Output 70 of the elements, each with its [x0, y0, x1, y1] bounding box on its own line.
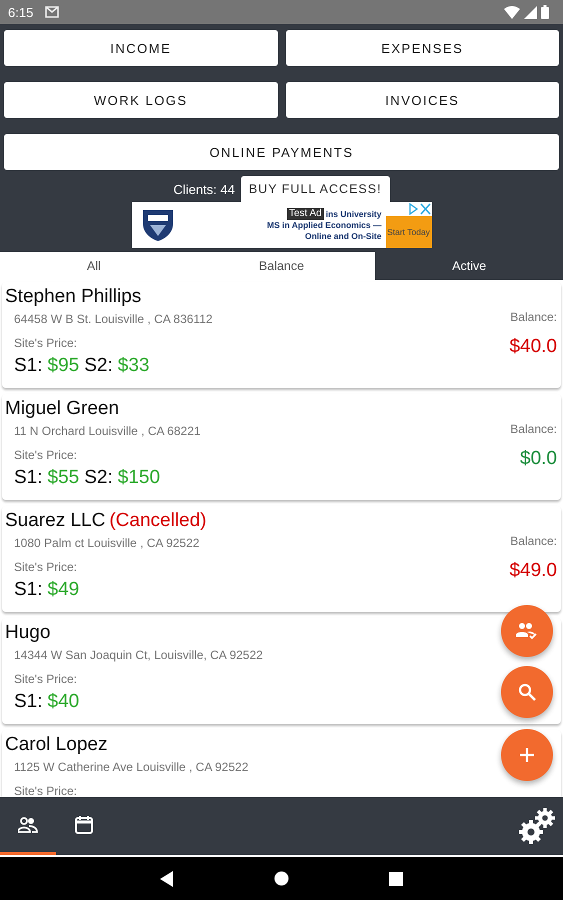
client-card[interactable]: Suarez LLC (Cancelled) 1080 Palm ct Louisville , CA 92522 Site's Price: S1: $49 Balance: $49.0 — [2, 506, 561, 612]
price-label: Site's Price: — [14, 448, 78, 462]
price-value: $95 — [48, 355, 80, 377]
client-name: Hugo — [5, 622, 50, 644]
signal-icon — [524, 6, 537, 18]
price-label: Site's Price: — [14, 560, 78, 574]
balance-amount: $0.0 — [520, 448, 557, 470]
site-label: S1: — [14, 691, 43, 713]
client-address: 14344 W San Joaquin Ct, Louisville, CA 92522 — [14, 648, 264, 662]
people-check-icon — [516, 622, 538, 640]
site-label: S1: — [14, 355, 43, 377]
recents-icon[interactable] — [389, 872, 403, 886]
battery-icon — [541, 5, 549, 19]
clients-count: Clients: 44 — [173, 182, 235, 196]
client-address: 64458 W B St. Louisville , CA 836112 — [14, 312, 214, 326]
menu-button[interactable]: INVOICES — [286, 82, 559, 118]
client-name: Carol Lopez — [5, 734, 108, 756]
price-value: $33 — [118, 355, 150, 377]
site-label: S2: — [84, 467, 113, 489]
client-address: 11 N Orchard Louisville , CA 68221 — [14, 424, 202, 438]
site-label: S1: — [14, 579, 43, 601]
menu-button[interactable]: INCOME — [4, 30, 278, 66]
balance-label: Balance: — [510, 534, 557, 548]
ad-text: ins University — [326, 208, 382, 220]
people-icon — [18, 816, 38, 832]
menu-button[interactable]: ONLINE PAYMENTS — [4, 134, 559, 170]
price-label: Site's Price: — [14, 336, 78, 350]
menu-button[interactable]: EXPENSES — [286, 30, 559, 66]
ad-banner[interactable]: Test Ad ins University MS in Applied Economics — Online and On-Site Start Today — [132, 202, 432, 248]
ad-cta-button[interactable]: Start Today — [386, 216, 432, 248]
client-card[interactable]: Miguel Green 11 N Orchard Louisville , CA 68221 Site's Price: S1: $55 S2: $150 Balance: $0.0 — [2, 394, 561, 500]
price-label: Site's Price: — [14, 672, 78, 686]
price-value: $49 — [48, 579, 80, 601]
balance-amount: $49.0 — [509, 560, 557, 582]
filter-tab[interactable]: Balance — [188, 252, 376, 280]
clock-text: 6:15 — [8, 4, 34, 20]
site-label: S1: — [14, 467, 43, 489]
client-name: Miguel Green — [5, 398, 120, 420]
buy-full-access-button[interactable]: BUY FULL ACCESS! — [240, 176, 390, 202]
client-address: 1125 W Catherine Ave Louisville , CA 92522 — [14, 760, 250, 774]
balance-label: Balance: — [510, 310, 557, 324]
client-name: Suarez LLC — [5, 510, 106, 532]
balance-amount: $40.0 — [509, 336, 557, 358]
notification-icon — [45, 6, 60, 18]
filter-tab[interactable]: All — [0, 252, 188, 280]
ad-text: Online and On-Site — [304, 231, 382, 242]
client-name: Stephen Phillips — [5, 286, 142, 308]
site-label: S2: — [84, 355, 113, 377]
wifi-icon — [504, 6, 520, 18]
client-card[interactable]: Stephen Phillips 64458 W B St. Louisville , CA 836112 Site's Price: S1: $95 S2: $33 Balance: $40.0 — [2, 282, 561, 388]
price-value: $40 — [48, 691, 80, 713]
plus-icon — [519, 747, 535, 763]
ad-text: MS in Applied Economics — — [267, 220, 382, 231]
filter-tab[interactable]: Active — [375, 252, 563, 280]
client-card[interactable]: Carol Lopez 1125 W Catherine Ave Louisville , CA 92522 Site's Price: — [2, 730, 561, 797]
test-ad-label: Test Ad — [286, 208, 324, 220]
menu-button[interactable]: WORK LOGS — [4, 82, 278, 118]
price-label: Site's Price: — [14, 784, 78, 797]
client-address: 1080 Palm ct Louisville , CA 92522 — [14, 536, 200, 550]
price-value: $55 — [48, 467, 80, 489]
price-value: $150 — [118, 467, 160, 489]
back-icon[interactable] — [160, 870, 174, 886]
settings-icon[interactable] — [517, 806, 557, 846]
ad-choices-icon[interactable] — [408, 203, 430, 215]
balance-label: Balance: — [510, 422, 557, 436]
status-note: (Cancelled) — [109, 510, 206, 532]
search-icon — [518, 683, 536, 701]
home-icon[interactable] — [274, 871, 289, 886]
calendar-icon — [74, 814, 94, 834]
client-card[interactable]: Hugo 14344 W San Joaquin Ct, Louisville, CA 92522 Site's Price: S1: $40 — [2, 618, 561, 724]
